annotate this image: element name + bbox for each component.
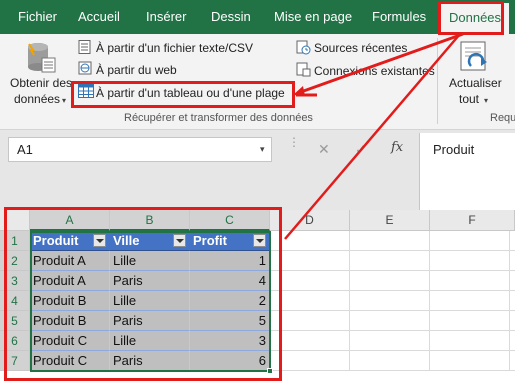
annotation-arrows bbox=[284, 32, 464, 240]
